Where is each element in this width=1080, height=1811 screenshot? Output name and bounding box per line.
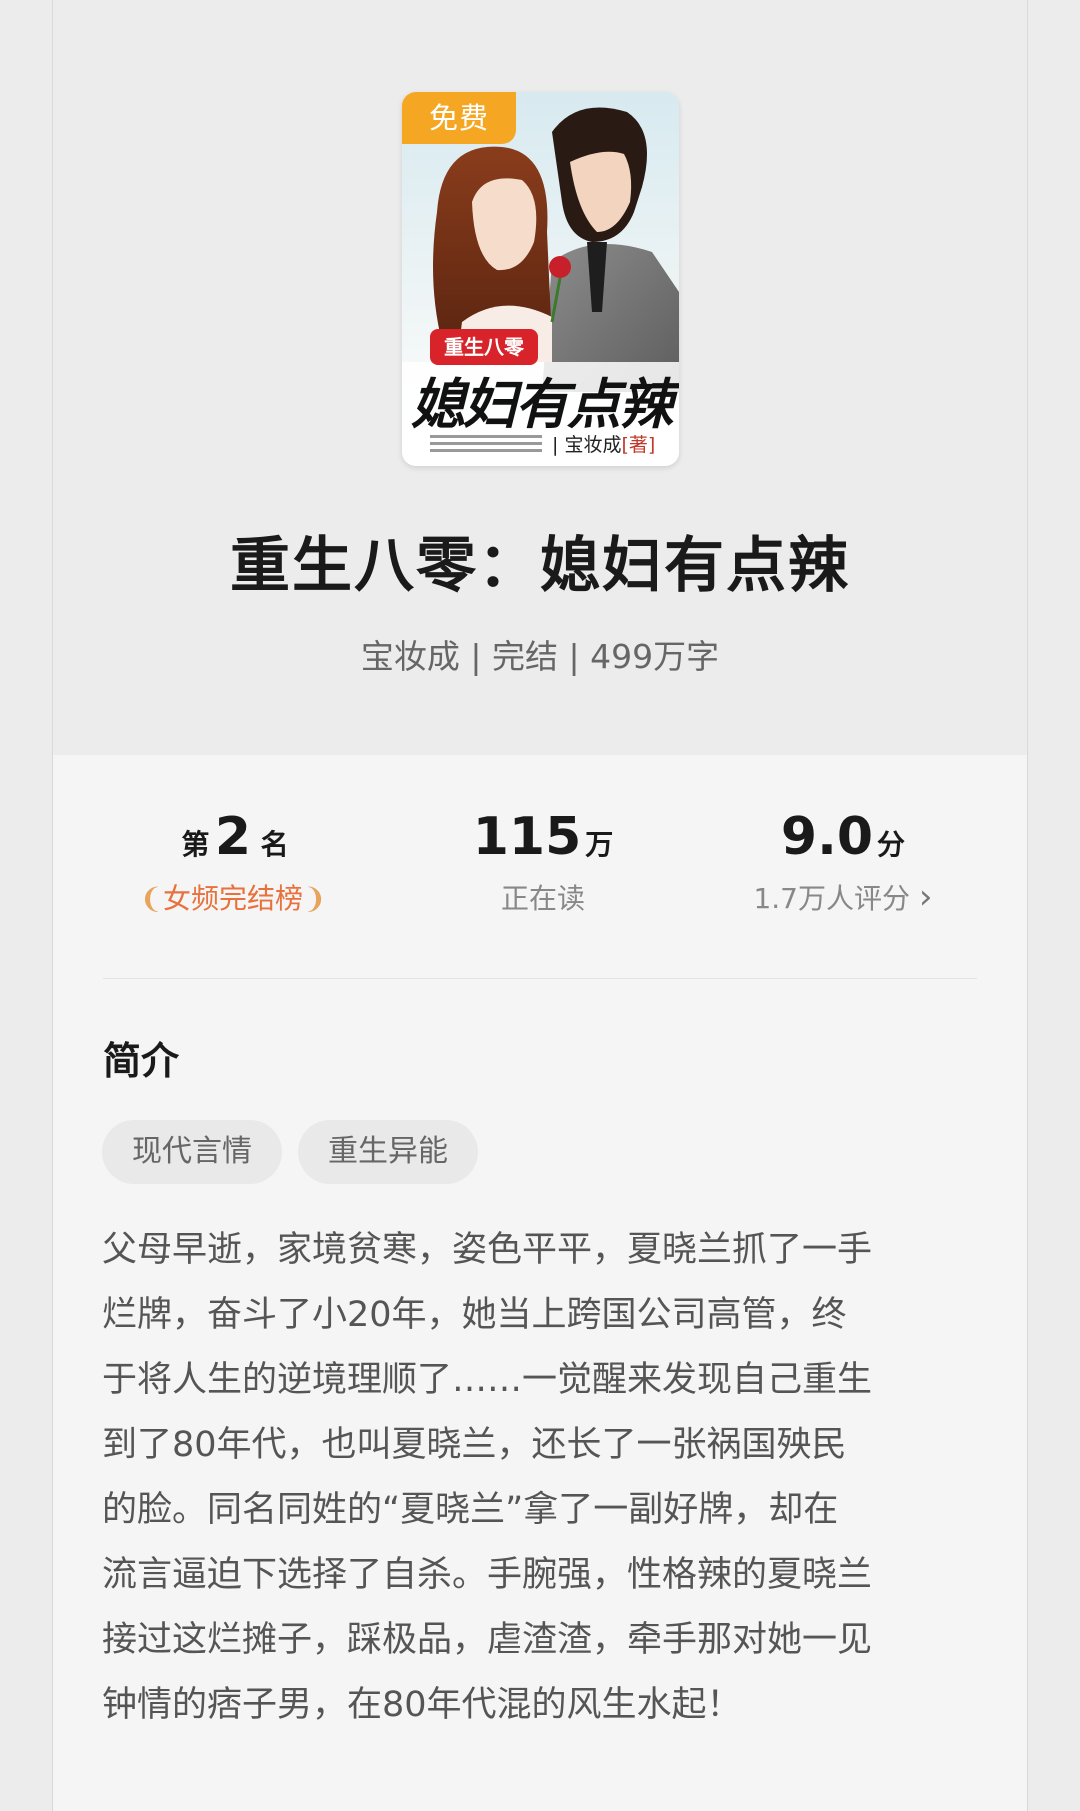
rank-list-name: 女频完结榜 [162,882,303,915]
cover-author-name: 宝妆成 [564,434,622,456]
free-badge: 免费 [402,92,516,144]
cover-author: | 宝妆成[著] [552,434,656,456]
reading-stat: 115 万 正在读 [423,807,663,917]
synopsis: 父母早逝，家境贫寒，姿色平平，夏晓兰抓了一手 烂牌，奋斗了小20年，她当上跨国公… [102,1218,982,1738]
book-title: 重生八零：媳妇有点辣 [230,531,850,601]
synopsis-line: 的脸。同名同姓的“夏晓兰”拿了一副好牌，却在 [102,1490,839,1530]
laurel-left-icon: ❨ [139,882,163,915]
score-unit: 分 [877,828,906,861]
rank-stat[interactable]: 第 2 名 ❨女频完结榜❩ [113,807,353,917]
laurel-right-icon: ❩ [303,882,327,915]
score-number: 9.0 [780,807,874,867]
rank-number: 2 [214,807,252,867]
intro-heading: 简介 [103,1039,180,1083]
synopsis-line: 烂牌，奋斗了小20年，她当上跨国公司高管，终 [102,1295,847,1335]
page-frame: 免费 重生八零 媳妇有点辣 | 宝妆成[著] 重生八零：媳妇有点辣 宝妆成 | … [52,0,1028,1811]
tag-chip[interactable]: 重生异能 [298,1120,478,1184]
cover-fine-print [430,435,542,456]
rank-list-label: ❨女频完结榜❩ [113,877,353,917]
rank-prefix: 第 [181,828,210,861]
book-header: 免费 重生八零 媳妇有点辣 | 宝妆成[著] 重生八零：媳妇有点辣 宝妆成 | … [53,0,1027,755]
rank-suffix: 名 [260,828,289,861]
cover-author-suffix: 著 [628,434,648,456]
synopsis-line: 父母早逝，家境贫寒，姿色平平，夏晓兰抓了一手 [102,1230,873,1270]
cover-title: 媳妇有点辣 [411,372,673,436]
reading-label: 正在读 [500,882,585,915]
synopsis-line: 钟情的痞子男，在80年代混的风生水起！ [102,1685,742,1725]
divider [103,978,977,979]
score-label: 1.7万人评分 › [713,877,973,917]
rank-value: 第 2 名 [113,807,353,867]
score-value: 9.0 分 [713,807,973,867]
synopsis-line: 到了80年代，也叫夏晓兰，还长了一张祸国殃民 [102,1425,847,1465]
synopsis-line: 于将人生的逆境理顺了……一觉醒来发现自己重生 [102,1360,873,1400]
reading-value: 115 万 [423,807,663,867]
reading-unit: 万 [585,828,614,861]
book-cover[interactable]: 免费 重生八零 媳妇有点辣 | 宝妆成[著] [402,92,679,466]
rating-count: 1.7万人评分 [753,882,910,915]
tag-list: 现代言情 重生异能 [102,1120,478,1184]
book-meta: 宝妆成 | 完结 | 499万字 [360,637,720,676]
synopsis-line: 流言逼迫下选择了自杀。手腕强，性格辣的夏晓兰 [102,1555,873,1595]
score-stat[interactable]: 9.0 分 1.7万人评分 › [713,807,973,917]
synopsis-line: 接过这烂摊子，踩极品，虐渣渣，牵手那对她一见 [102,1620,873,1660]
reading-number: 115 [472,807,582,867]
tag-chip[interactable]: 现代言情 [102,1120,282,1184]
chevron-right-icon: › [918,877,933,917]
